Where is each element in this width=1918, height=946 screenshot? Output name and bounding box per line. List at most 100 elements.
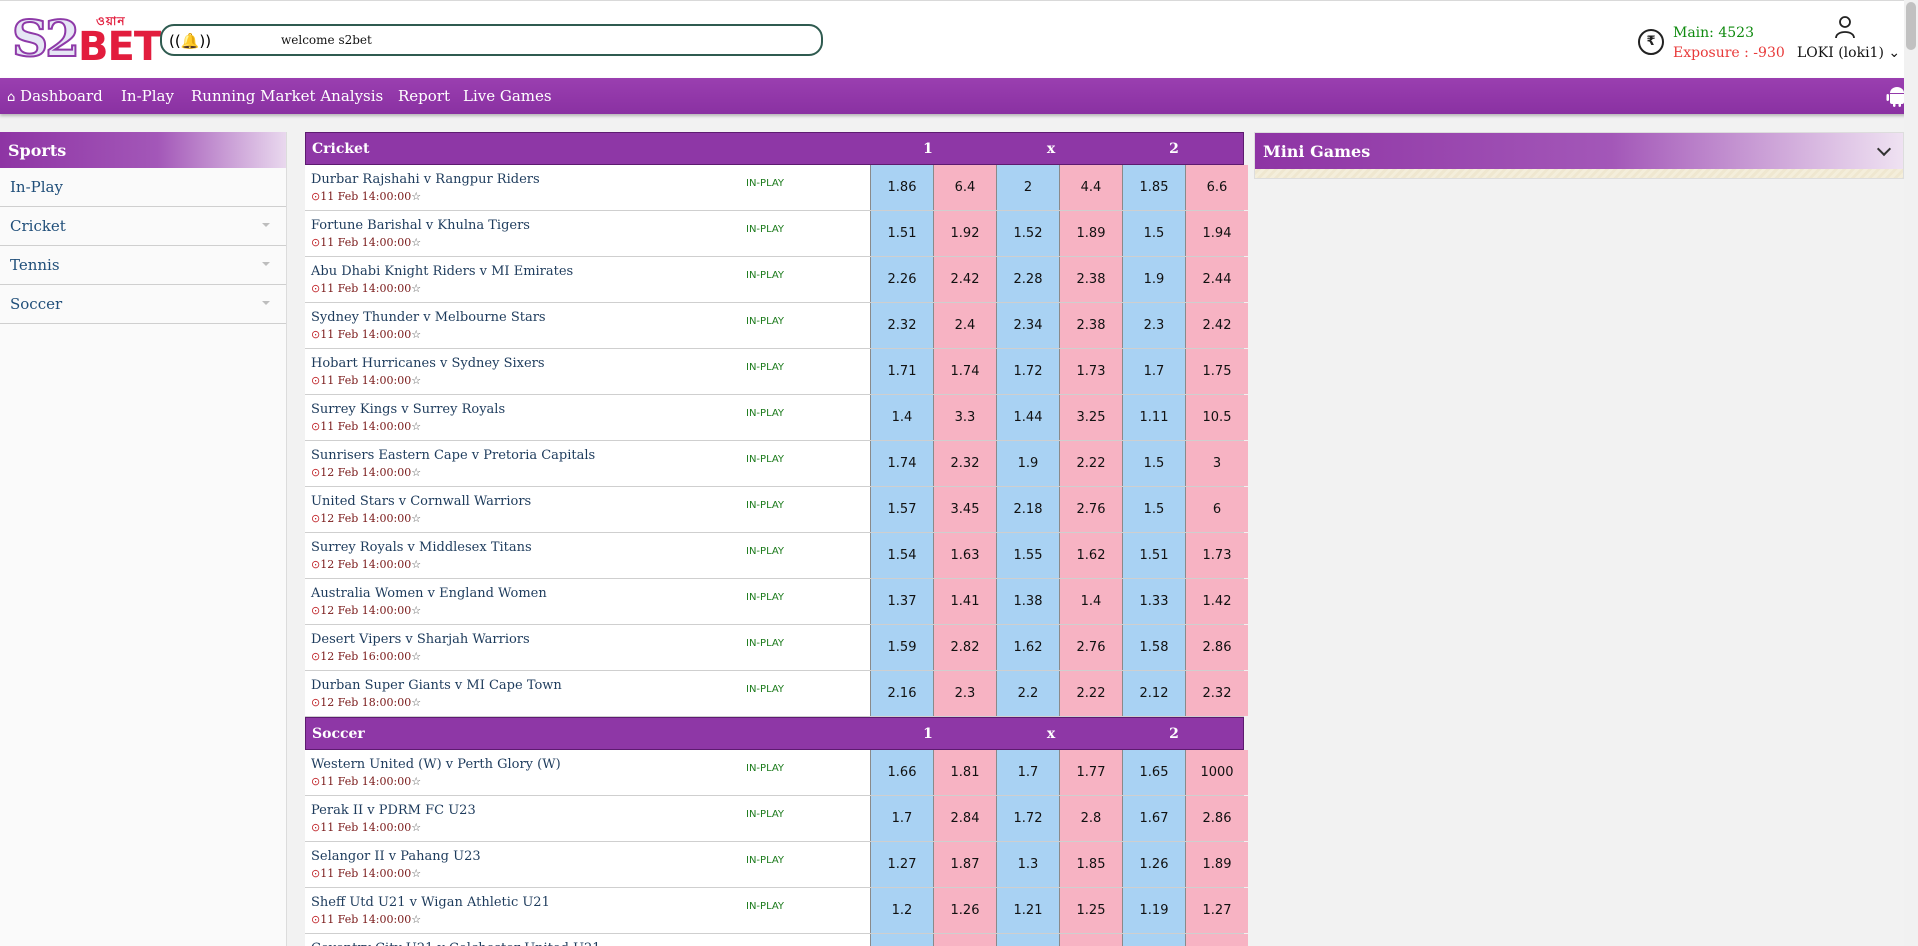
back-odds-cell[interactable]: 2.26: [870, 257, 933, 302]
back-odds-cell[interactable]: 1.11: [1122, 395, 1185, 440]
back-odds-cell[interactable]: 1.85: [1122, 165, 1185, 210]
favorite-star-icon[interactable]: ☆: [411, 236, 421, 249]
lay-odds-cell[interactable]: 2.86: [1185, 625, 1248, 670]
back-odds-cell[interactable]: 1.37: [870, 579, 933, 624]
back-odds-cell[interactable]: [1122, 934, 1185, 946]
user-icon[interactable]: [1834, 15, 1856, 39]
back-odds-cell[interactable]: 2.3: [1122, 303, 1185, 348]
nav-report[interactable]: Report: [398, 87, 450, 105]
back-odds-cell[interactable]: 1.5: [1122, 487, 1185, 532]
lay-odds-cell[interactable]: 2.42: [933, 257, 996, 302]
match-title-link[interactable]: Coventry City U21 v Colchester United U2…: [311, 941, 601, 946]
back-odds-cell[interactable]: 1.59: [870, 625, 933, 670]
match-title-link[interactable]: Fortune Barishal v Khulna Tigers: [311, 218, 530, 233]
back-odds-cell[interactable]: 1.3: [996, 842, 1059, 887]
back-odds-cell[interactable]: 1.52: [996, 211, 1059, 256]
sidebar-item-soccer[interactable]: Soccer: [0, 285, 286, 324]
lay-odds-cell[interactable]: 6.4: [933, 165, 996, 210]
lay-odds-cell[interactable]: 4.4: [1059, 165, 1122, 210]
lay-odds-cell[interactable]: 1.25: [1059, 888, 1122, 933]
match-title-link[interactable]: Abu Dhabi Knight Riders v MI Emirates: [311, 264, 573, 279]
lay-odds-cell[interactable]: 3.45: [933, 487, 996, 532]
mini-games-header[interactable]: Mini Games: [1255, 133, 1903, 169]
lay-odds-cell[interactable]: 1.4: [1059, 579, 1122, 624]
back-odds-cell[interactable]: 1.38: [996, 579, 1059, 624]
match-title-link[interactable]: Surrey Kings v Surrey Royals: [311, 402, 505, 417]
lay-odds-cell[interactable]: 2.42: [1185, 303, 1248, 348]
back-odds-cell[interactable]: 1.19: [1122, 888, 1185, 933]
nav-dashboard[interactable]: ⌂ Dashboard: [7, 87, 103, 105]
back-odds-cell[interactable]: 1.27: [870, 842, 933, 887]
lay-odds-cell[interactable]: 1.94: [1185, 211, 1248, 256]
back-odds-cell[interactable]: 2.28: [996, 257, 1059, 302]
back-odds-cell[interactable]: 1.72: [996, 349, 1059, 394]
sidebar-item-cricket[interactable]: Cricket: [0, 207, 286, 246]
lay-odds-cell[interactable]: 1.89: [1059, 211, 1122, 256]
lay-odds-cell[interactable]: 2.82: [933, 625, 996, 670]
lay-odds-cell[interactable]: 1.92: [933, 211, 996, 256]
back-odds-cell[interactable]: 1.54: [870, 533, 933, 578]
back-odds-cell[interactable]: 1.51: [870, 211, 933, 256]
nav-running-market-analysis[interactable]: Running Market Analysis: [191, 87, 383, 105]
back-odds-cell[interactable]: 1.9: [996, 441, 1059, 486]
match-title-link[interactable]: Durbar Rajshahi v Rangpur Riders: [311, 172, 540, 187]
back-odds-cell[interactable]: 1.65: [1122, 750, 1185, 795]
favorite-star-icon[interactable]: ☆: [411, 512, 421, 525]
scrollbar-thumb[interactable]: [1906, 2, 1916, 50]
back-odds-cell[interactable]: 1.58: [1122, 625, 1185, 670]
lay-odds-cell[interactable]: 2.44: [1185, 257, 1248, 302]
favorite-star-icon[interactable]: ☆: [411, 821, 421, 834]
lay-odds-cell[interactable]: 2.76: [1059, 625, 1122, 670]
lay-odds-cell[interactable]: 1.27: [1185, 888, 1248, 933]
lay-odds-cell[interactable]: [1185, 934, 1248, 946]
back-odds-cell[interactable]: 2: [996, 165, 1059, 210]
match-title-link[interactable]: Sunrisers Eastern Cape v Pretoria Capita…: [311, 448, 595, 463]
lay-odds-cell[interactable]: 1.75: [1185, 349, 1248, 394]
lay-odds-cell[interactable]: 1.73: [1185, 533, 1248, 578]
back-odds-cell[interactable]: 2.16: [870, 671, 933, 716]
lay-odds-cell[interactable]: 1.63: [933, 533, 996, 578]
favorite-star-icon[interactable]: ☆: [411, 420, 421, 433]
back-odds-cell[interactable]: 1.7: [996, 750, 1059, 795]
lay-odds-cell[interactable]: 1000: [1185, 750, 1248, 795]
match-title-link[interactable]: Desert Vipers v Sharjah Warriors: [311, 632, 530, 647]
back-odds-cell[interactable]: 1.33: [1122, 579, 1185, 624]
favorite-star-icon[interactable]: ☆: [411, 374, 421, 387]
match-title-link[interactable]: United Stars v Cornwall Warriors: [311, 494, 531, 509]
lay-odds-cell[interactable]: 1.26: [933, 888, 996, 933]
back-odds-cell[interactable]: 1.4: [870, 395, 933, 440]
page-scrollbar[interactable]: [1904, 0, 1918, 946]
back-odds-cell[interactable]: 1.55: [996, 533, 1059, 578]
match-title-link[interactable]: Sheff Utd U21 v Wigan Athletic U21: [311, 895, 550, 910]
lay-odds-cell[interactable]: 2.38: [1059, 257, 1122, 302]
lay-odds-cell[interactable]: 2.86: [1185, 796, 1248, 841]
favorite-star-icon[interactable]: ☆: [411, 775, 421, 788]
match-title-link[interactable]: Australia Women v England Women: [311, 586, 547, 601]
lay-odds-cell[interactable]: [1059, 934, 1122, 946]
favorite-star-icon[interactable]: ☆: [411, 696, 421, 709]
back-odds-cell[interactable]: 1.21: [996, 888, 1059, 933]
back-odds-cell[interactable]: 1.74: [870, 441, 933, 486]
lay-odds-cell[interactable]: 1.41: [933, 579, 996, 624]
back-odds-cell[interactable]: 1.51: [1122, 533, 1185, 578]
back-odds-cell[interactable]: 1.67: [1122, 796, 1185, 841]
lay-odds-cell[interactable]: 6.6: [1185, 165, 1248, 210]
exposure-value[interactable]: Exposure : -930: [1673, 45, 1785, 61]
lay-odds-cell[interactable]: 1.73: [1059, 349, 1122, 394]
lay-odds-cell[interactable]: 10.5: [1185, 395, 1248, 440]
back-odds-cell[interactable]: 1.86: [870, 165, 933, 210]
lay-odds-cell[interactable]: 1.74: [933, 349, 996, 394]
back-odds-cell[interactable]: 1.57: [870, 487, 933, 532]
lay-odds-cell[interactable]: 2.8: [1059, 796, 1122, 841]
lay-odds-cell[interactable]: 2.4: [933, 303, 996, 348]
back-odds-cell[interactable]: 1.26: [1122, 842, 1185, 887]
back-odds-cell[interactable]: 1.5: [1122, 441, 1185, 486]
lay-odds-cell[interactable]: 1.85: [1059, 842, 1122, 887]
user-menu-toggle[interactable]: LOKI (loki1) ⌄: [1797, 45, 1900, 61]
lay-odds-cell[interactable]: 1.81: [933, 750, 996, 795]
nav-live-games[interactable]: Live Games: [463, 87, 552, 105]
favorite-star-icon[interactable]: ☆: [411, 282, 421, 295]
lay-odds-cell[interactable]: 1.42: [1185, 579, 1248, 624]
back-odds-cell[interactable]: 2.12: [1122, 671, 1185, 716]
favorite-star-icon[interactable]: ☆: [411, 558, 421, 571]
